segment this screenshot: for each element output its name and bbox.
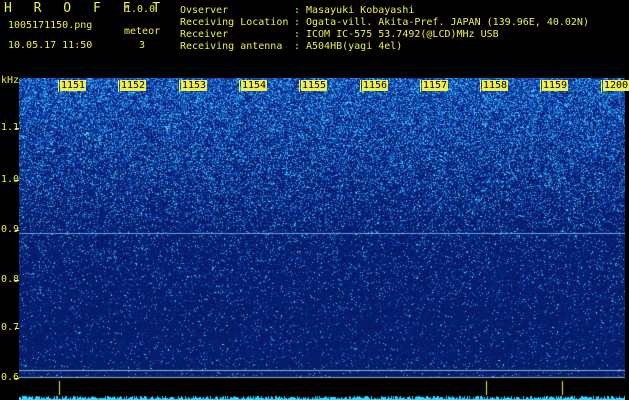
y-tick-mark [15, 180, 19, 181]
info-sep-receiver: : [294, 29, 301, 40]
meteor-label: meteor [124, 26, 161, 37]
x-tick-label: 1157 [422, 80, 449, 91]
info-label-receiver: Receiver [180, 29, 229, 40]
x-tick-mark [360, 80, 361, 92]
x-tick-label: 1200 [603, 80, 629, 91]
x-tick-label: 1151 [60, 80, 87, 91]
datetime-label: 10.05.17 11:50 [8, 40, 93, 51]
x-tick-label: 1158 [482, 80, 509, 91]
filename-label: 1005171150.png [8, 20, 93, 31]
info-sep-location: : [294, 17, 301, 28]
info-label-observer: Ovserver [180, 5, 229, 16]
spectrogram [19, 78, 625, 400]
x-tick-mark [480, 80, 481, 92]
info-label-location: Receiving Location [180, 17, 289, 28]
x-tick-label: 1156 [362, 80, 389, 91]
spectrogram-canvas [19, 78, 625, 400]
x-tick-mark [58, 80, 59, 92]
info-value-observer: Masayuki Kobayashi [306, 5, 415, 16]
y-tick-mark [15, 328, 19, 329]
info-label-antenna: Receiving antenna [180, 41, 283, 52]
y-tick-mark [15, 128, 19, 129]
info-value-receiver: ICOM IC-575 53.7492(@LCD)MHz USB [306, 29, 499, 40]
x-tick-mark [540, 80, 541, 92]
y-tick-mark [15, 378, 19, 379]
info-sep-antenna: : [294, 41, 301, 52]
x-tick-label: 1155 [301, 80, 328, 91]
meteor-count: 3 [139, 40, 146, 51]
version-label: 1.0.0 [125, 4, 156, 15]
x-tick-mark [299, 80, 300, 92]
y-tick-mark [15, 230, 19, 231]
x-tick-mark [239, 80, 240, 92]
x-tick-label: 1159 [542, 80, 569, 91]
info-value-antenna: A504HB(yagi 4el) [306, 41, 403, 52]
x-tick-mark [601, 80, 602, 92]
x-tick-mark [420, 80, 421, 92]
x-tick-label: 1153 [181, 80, 208, 91]
x-tick-mark [179, 80, 180, 92]
x-tick-label: 1154 [241, 80, 268, 91]
y-axis-unit: kHz [1, 75, 20, 86]
x-tick-mark [118, 80, 119, 92]
y-tick-mark [15, 280, 19, 281]
info-sep-observer: : [294, 5, 301, 16]
info-value-location: Ogata-vill. Akita-Pref. JAPAN (139.96E, … [306, 17, 589, 28]
x-tick-label: 1152 [120, 80, 147, 91]
